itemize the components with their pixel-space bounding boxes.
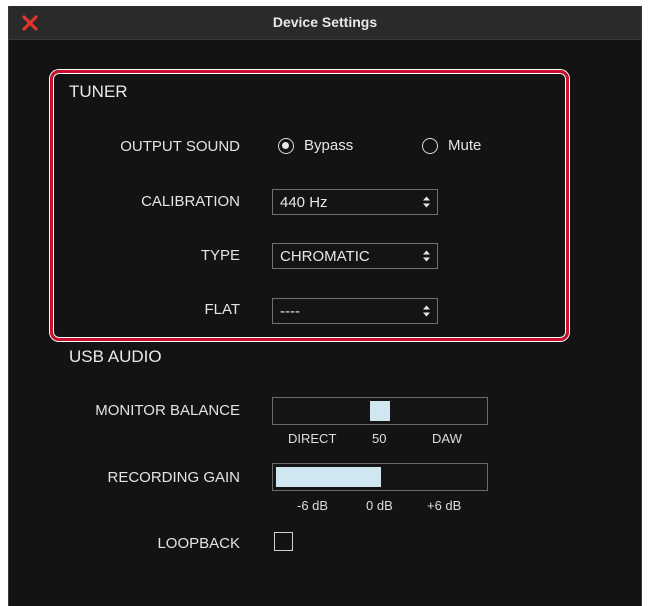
radio-bypass-label: Bypass: [304, 137, 354, 154]
calibration-label: CALIBRATION: [141, 193, 240, 210]
loopback-label: LOOPBACK: [157, 535, 240, 552]
recording-gain-scale-min: -6 dB: [297, 498, 329, 513]
flat-label: FLAT: [204, 301, 240, 318]
recording-gain-scale-mid: 0 dB: [366, 498, 393, 513]
title-bar: Device Settings: [9, 6, 641, 40]
radio-mute-label: Mute: [448, 137, 482, 154]
usb-audio-heading: USB AUDIO: [69, 347, 162, 366]
recording-gain-scale-max: +6 dB: [427, 498, 462, 513]
monitor-balance-scale-direct: DIRECT: [288, 431, 337, 446]
up-down-arrows-icon: [423, 196, 430, 208]
up-down-arrows-icon: [423, 305, 430, 317]
monitor-balance-scale-center: 50: [372, 431, 387, 446]
device-settings-window: Device Settings TUNER OUTPUT SOUND Bypas…: [8, 6, 642, 606]
tuner-heading: TUNER: [69, 82, 128, 101]
monitor-balance-label: MONITOR BALANCE: [95, 402, 240, 419]
radio-bypass[interactable]: Bypass: [278, 137, 353, 154]
type-select[interactable]: CHROMATIC: [272, 243, 438, 269]
output-sound-label: OUTPUT SOUND: [120, 138, 240, 155]
window-title: Device Settings: [272, 14, 378, 30]
calibration-value: 440 Hz: [280, 194, 328, 211]
type-value: CHROMATIC: [280, 248, 370, 265]
recording-gain-level: [276, 467, 381, 487]
loopback-checkbox[interactable]: [274, 532, 293, 551]
monitor-balance-slider[interactable]: [272, 397, 488, 425]
up-down-arrows-icon: [423, 250, 430, 262]
type-label: TYPE: [200, 247, 240, 264]
recording-gain-slider[interactable]: [272, 463, 488, 491]
radio-mute-indicator: [422, 137, 438, 154]
radio-mute[interactable]: Mute: [422, 137, 481, 154]
monitor-balance-scale-daw: DAW: [432, 431, 462, 446]
recording-gain-label: RECORDING GAIN: [107, 469, 240, 486]
radio-bypass-indicator: [278, 137, 294, 154]
flat-select[interactable]: ----: [272, 298, 438, 324]
calibration-select[interactable]: 440 Hz: [272, 189, 438, 215]
flat-value: ----: [280, 303, 300, 320]
monitor-balance-thumb[interactable]: [370, 401, 390, 421]
